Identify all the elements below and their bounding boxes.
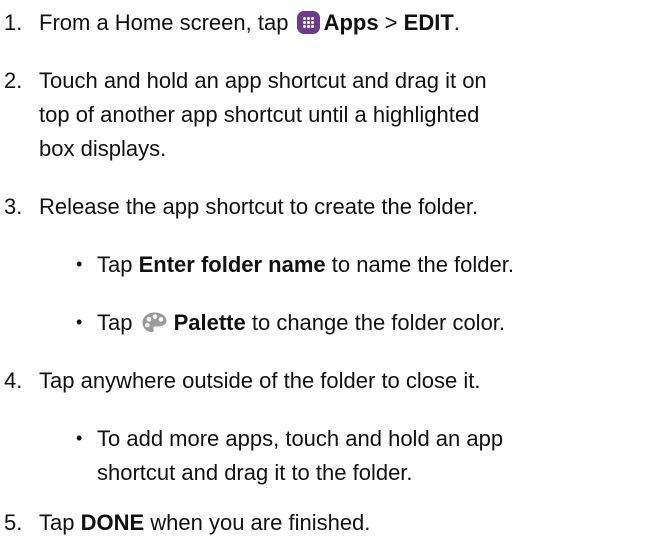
bullet-1-text: Tap Enter folder name to name the folder… bbox=[97, 251, 514, 278]
bullet-2-post: to change the folder color. bbox=[245, 310, 506, 335]
step-2-line-2: top of another app shortcut until a high… bbox=[39, 102, 480, 127]
step-5-pre: Tap bbox=[39, 510, 81, 535]
step-2-line-1: Touch and hold an app shortcut and drag … bbox=[39, 68, 487, 93]
bullet-1-post: to name the folder. bbox=[325, 252, 514, 277]
step-1-text-pre: From a Home screen, tap bbox=[39, 10, 289, 35]
bullet-marker: • bbox=[76, 254, 83, 274]
apps-grid-icon bbox=[296, 11, 320, 34]
enter-folder-name-label: Enter folder name bbox=[138, 252, 326, 277]
step-1-separator: > bbox=[378, 10, 404, 35]
edit-label: EDIT bbox=[403, 10, 454, 35]
step-4-number: 4. bbox=[4, 368, 23, 393]
step-1-period: . bbox=[453, 10, 460, 35]
step-1-number: 1. bbox=[4, 10, 23, 35]
apps-label: Apps bbox=[323, 10, 379, 35]
step-4-text: Tap anywhere outside of the folder to cl… bbox=[39, 368, 481, 393]
bullet-marker: • bbox=[76, 428, 83, 448]
bullet-marker: • bbox=[76, 312, 83, 332]
step-3-text: Release the app shortcut to create the f… bbox=[39, 194, 479, 219]
step-2-number: 2. bbox=[4, 68, 23, 93]
step-1-text: From a Home screen, tap Apps > EDIT. bbox=[39, 9, 460, 36]
step-2-line-3: box displays. bbox=[39, 136, 167, 161]
bullet-2-pre: Tap bbox=[97, 310, 139, 335]
step-5-post: when you are finished. bbox=[144, 510, 371, 535]
step-4-bullet-line-1: To add more apps, touch and hold an app bbox=[97, 426, 504, 451]
instructions-document: 1. From a Home screen, tap Apps > EDIT. … bbox=[0, 0, 645, 535]
bullet-1-pre: Tap bbox=[97, 252, 139, 277]
step-5-number: 5. bbox=[4, 510, 23, 535]
bullet-2-text: Tap Palette to change the folder color. bbox=[97, 309, 505, 336]
done-label: DONE bbox=[80, 510, 145, 535]
step-5-text: Tap DONE when you are finished. bbox=[39, 509, 370, 536]
step-3-number: 3. bbox=[4, 194, 23, 219]
step-4-bullet-line-2: shortcut and drag it to the folder. bbox=[97, 460, 413, 485]
palette-label: Palette bbox=[173, 310, 246, 335]
palette-icon bbox=[141, 311, 168, 335]
